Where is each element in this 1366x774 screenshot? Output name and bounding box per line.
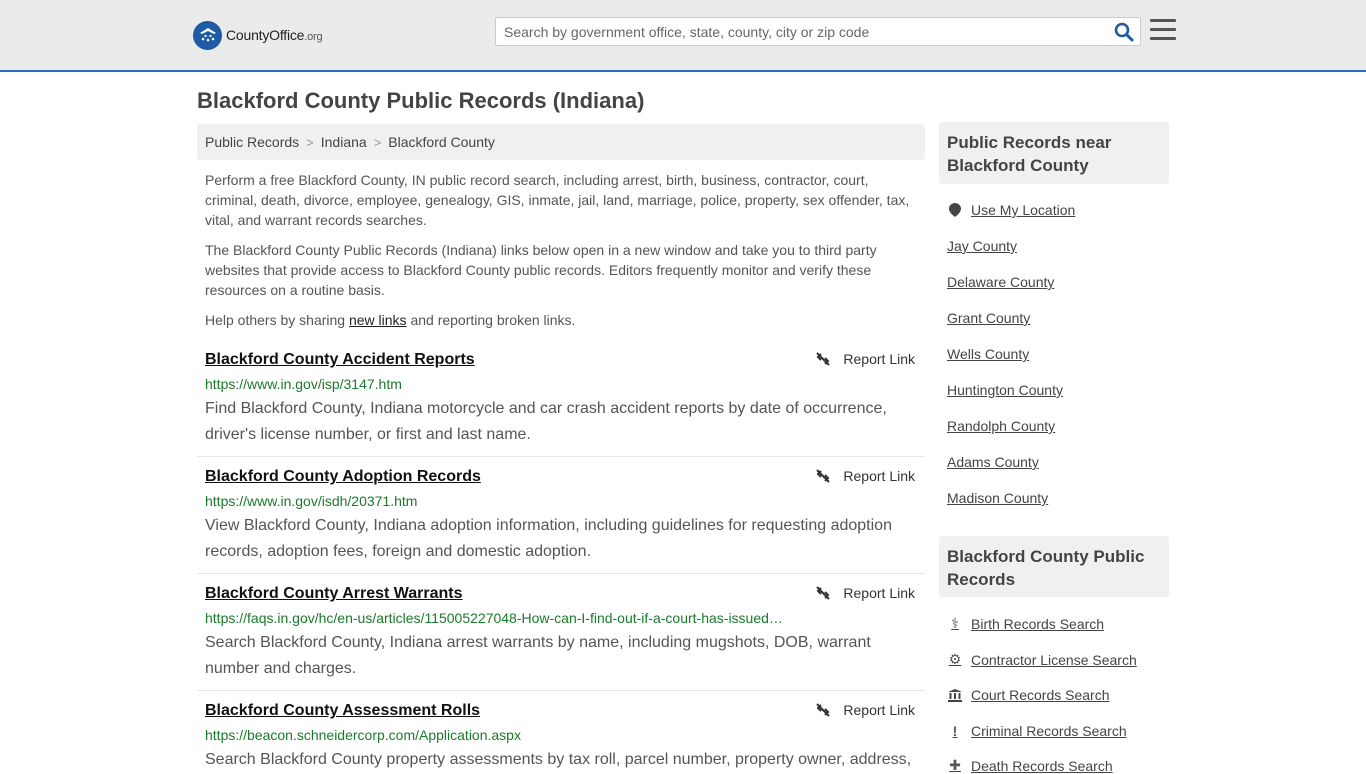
share-text: Help others by sharing bbox=[205, 312, 349, 328]
search-button[interactable] bbox=[1114, 22, 1134, 42]
report-link-button[interactable]: Report Link bbox=[815, 351, 915, 367]
breadcrumb-separator-icon: > bbox=[373, 134, 382, 150]
report-link-label: Report Link bbox=[843, 585, 915, 601]
record-item: Blackford County Adoption Records Report… bbox=[197, 468, 925, 574]
record-title-link[interactable]: Blackford County Accident Reports bbox=[205, 351, 475, 369]
record-title-link[interactable]: Blackford County Adoption Records bbox=[205, 468, 481, 486]
nearby-county-link[interactable]: Wells County bbox=[947, 346, 1029, 362]
use-my-location-label: Use My Location bbox=[971, 202, 1076, 218]
nearby-county-link[interactable]: Jay County bbox=[947, 238, 1017, 254]
criminal-records-label: Criminal Records Search bbox=[971, 723, 1127, 739]
broken-link-icon bbox=[816, 586, 831, 600]
nearby-records-heading: Public Records near Blackford County bbox=[939, 122, 1169, 184]
broken-link-icon bbox=[816, 703, 831, 717]
nearby-county-link[interactable]: Grant County bbox=[947, 310, 1030, 326]
use-my-location-link[interactable]: Use My Location bbox=[947, 202, 1075, 218]
page-title: Blackford County Public Records (Indiana… bbox=[197, 88, 645, 113]
logo-text: CountyOffice.org bbox=[226, 27, 323, 43]
intro-paragraph: Perform a free Blackford County, IN publ… bbox=[205, 172, 910, 228]
report-link-button[interactable]: Report Link bbox=[815, 468, 915, 484]
nearby-county-link[interactable]: Randolph County bbox=[947, 418, 1055, 434]
record-description: Find Blackford County, Indiana motorcycl… bbox=[205, 400, 887, 443]
share-text-end: and reporting broken links. bbox=[406, 312, 576, 328]
breadcrumb-item-indiana[interactable]: Indiana bbox=[321, 134, 367, 150]
record-title-link[interactable]: Blackford County Assessment Rolls bbox=[205, 702, 480, 720]
record-url[interactable]: https://faqs.in.gov/hc/en-us/articles/11… bbox=[205, 610, 783, 626]
map-pin-icon bbox=[947, 203, 963, 217]
record-description: Search Blackford County property assessm… bbox=[205, 751, 912, 768]
record-description: Search Blackford County, Indiana arrest … bbox=[205, 634, 871, 677]
court-records-link[interactable]: Court Records Search bbox=[947, 687, 1110, 703]
cross-icon: ✚ bbox=[949, 757, 961, 773]
disclaimer-paragraph: The Blackford County Public Records (Ind… bbox=[205, 242, 877, 298]
site-logo[interactable]: CountyOffice.org bbox=[193, 20, 323, 50]
record-url[interactable]: https://www.in.gov/isdh/20371.htm bbox=[205, 493, 417, 509]
nearby-county-link[interactable]: Delaware County bbox=[947, 274, 1054, 290]
report-link-label: Report Link bbox=[843, 468, 915, 484]
nearby-county-link[interactable]: Madison County bbox=[947, 490, 1048, 506]
breadcrumb-separator-icon: > bbox=[306, 134, 314, 150]
death-records-link[interactable]: ✚ Death Records Search bbox=[947, 757, 1113, 774]
hamburger-menu-icon[interactable] bbox=[1150, 19, 1176, 43]
court-records-label: Court Records Search bbox=[971, 687, 1110, 703]
record-url[interactable]: https://beacon.schneidercorp.com/Applica… bbox=[205, 727, 521, 743]
logo-seal-icon bbox=[193, 20, 222, 50]
birth-records-label: Birth Records Search bbox=[971, 615, 1105, 632]
nearby-county-link[interactable]: Huntington County bbox=[947, 382, 1063, 398]
new-links-link[interactable]: new links bbox=[349, 312, 407, 328]
exclamation-icon: ! bbox=[952, 723, 958, 739]
record-item: Blackford County Assessment Rolls Report… bbox=[197, 702, 925, 768]
breadcrumb-item-public-records[interactable]: Public Records bbox=[205, 134, 299, 150]
contractor-license-link[interactable]: ⚙ Contractor License Search bbox=[947, 651, 1137, 668]
report-link-button[interactable]: Report Link bbox=[815, 585, 915, 601]
report-link-button[interactable]: Report Link bbox=[815, 702, 915, 718]
report-link-label: Report Link bbox=[843, 351, 915, 367]
search-input[interactable] bbox=[496, 18, 1096, 45]
record-url[interactable]: https://www.in.gov/isp/3147.htm bbox=[205, 376, 402, 392]
death-records-label: Death Records Search bbox=[971, 757, 1113, 774]
search-icon bbox=[1114, 22, 1134, 42]
criminal-records-link[interactable]: ! Criminal Records Search bbox=[947, 723, 1127, 739]
baby-icon: ⚕ bbox=[951, 615, 959, 631]
record-description: View Blackford County, Indiana adoption … bbox=[205, 517, 892, 560]
courthouse-icon bbox=[947, 688, 963, 702]
record-item: Blackford County Accident Reports Report… bbox=[197, 351, 925, 457]
contractor-license-label: Contractor License Search bbox=[971, 651, 1137, 668]
breadcrumb: Public Records > Indiana > Blackford Cou… bbox=[197, 124, 925, 160]
birth-records-link[interactable]: ⚕ Birth Records Search bbox=[947, 615, 1104, 632]
site-header: CountyOffice.org bbox=[0, 0, 1366, 72]
report-link-label: Report Link bbox=[843, 702, 915, 718]
share-links-paragraph: Help others by sharing new links and rep… bbox=[205, 310, 915, 330]
search-box bbox=[495, 17, 1141, 46]
record-title-link[interactable]: Blackford County Arrest Warrants bbox=[205, 585, 463, 603]
nearby-county-link[interactable]: Adams County bbox=[947, 454, 1039, 470]
record-item: Blackford County Arrest Warrants Report … bbox=[197, 585, 925, 691]
gear-icon: ⚙ bbox=[948, 651, 962, 667]
broken-link-icon bbox=[816, 469, 831, 483]
breadcrumb-item-blackford-county[interactable]: Blackford County bbox=[388, 134, 495, 150]
county-records-heading: Blackford County Public Records bbox=[939, 536, 1169, 597]
broken-link-icon bbox=[816, 352, 831, 366]
